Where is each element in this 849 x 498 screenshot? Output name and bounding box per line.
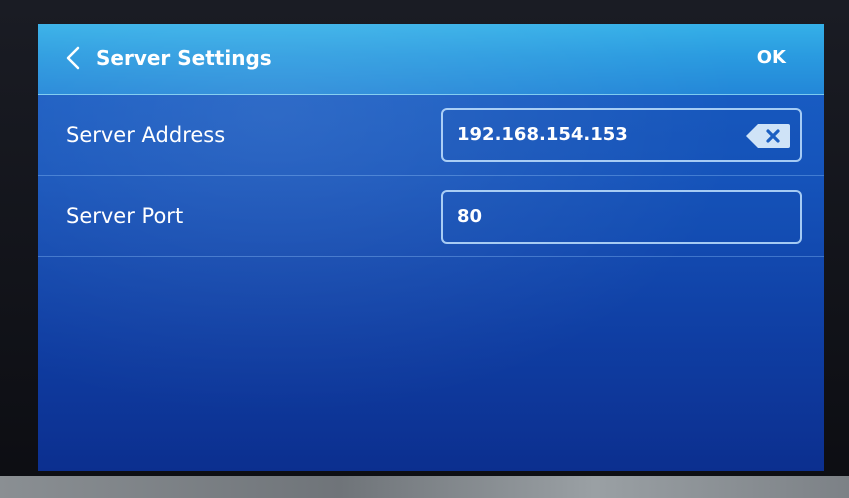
server-port-input[interactable]: 80	[441, 190, 802, 244]
server-address-row: Server Address 192.168.154.153	[38, 95, 824, 176]
ok-button[interactable]: OK	[757, 44, 786, 72]
server-port-row: Server Port 80	[38, 176, 824, 257]
server-address-input[interactable]: 192.168.154.153	[441, 108, 802, 162]
server-port-label: Server Port	[66, 204, 184, 228]
page-title: Server Settings	[96, 46, 272, 70]
title-bar: Server Settings OK	[38, 24, 824, 95]
device-base	[0, 476, 849, 498]
chevron-left-icon[interactable]	[60, 44, 88, 72]
settings-screen: Server Settings OK Server Address 192.16…	[38, 24, 824, 471]
backspace-clear-icon[interactable]	[744, 122, 792, 150]
server-port-value: 80	[457, 206, 483, 227]
server-address-label: Server Address	[66, 123, 226, 147]
server-address-value: 192.168.154.153	[457, 124, 628, 145]
